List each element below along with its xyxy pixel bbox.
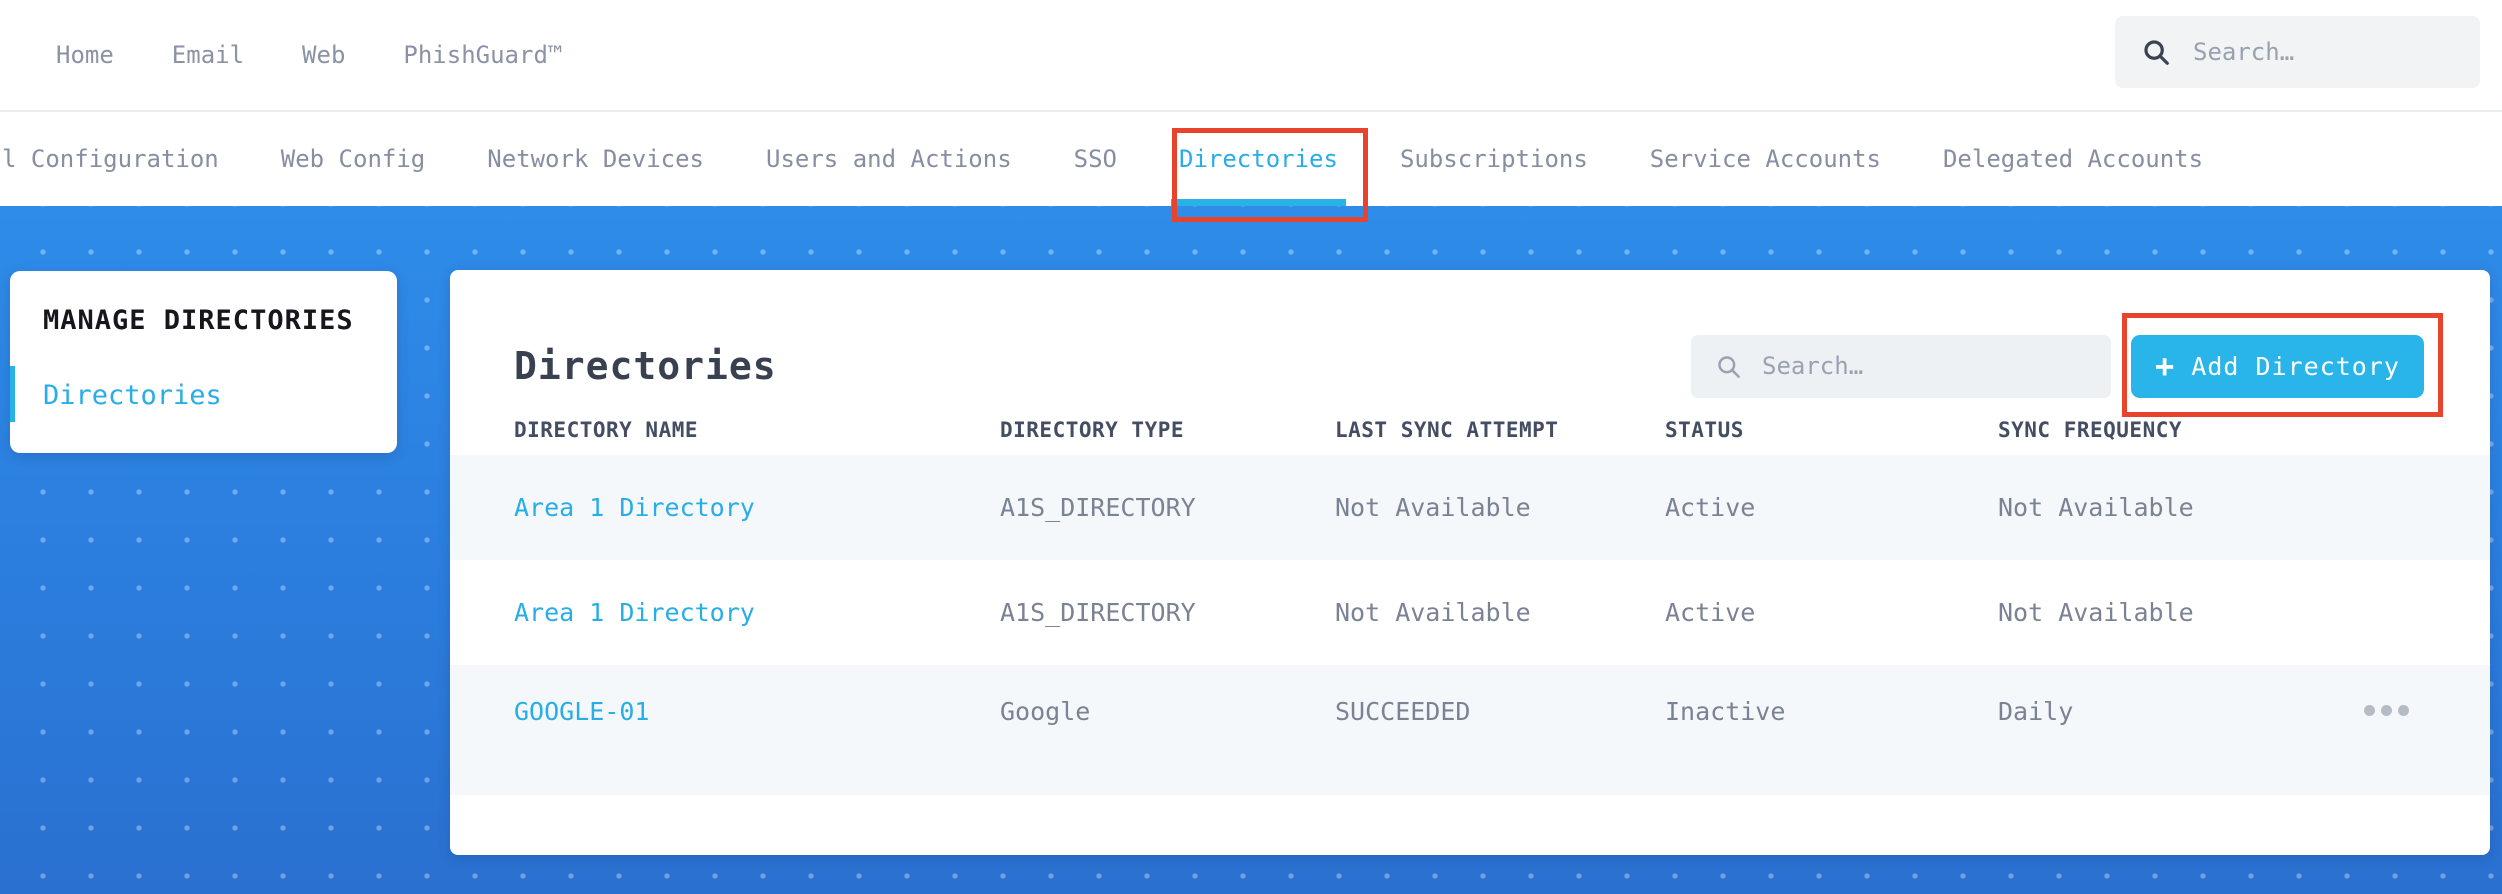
sync-frequency-cell: Not Available [1998, 493, 2194, 522]
last-sync-cell: Not Available [1335, 598, 1531, 627]
top-bar: Home Email Web PhishGuard™ Search… [0, 0, 2502, 110]
workspace-background: MANAGE DIRECTORIES Directories Directori… [0, 206, 2502, 894]
row-menu-ellipsis-icon[interactable] [2360, 697, 2413, 724]
sync-frequency-cell: Not Available [1998, 598, 2194, 627]
table-row: Area 1 Directory A1S_DIRECTORY Not Avail… [450, 455, 2490, 560]
top-nav: Home Email Web PhishGuard™ [0, 41, 562, 69]
column-header-directory-name: DIRECTORY NAME [514, 418, 699, 442]
tab-sso[interactable]: SSO [1074, 112, 1117, 206]
sidebar-item-label: Directories [43, 380, 222, 411]
last-sync-cell: Not Available [1335, 493, 1531, 522]
row-actions [2360, 697, 2460, 724]
status-cell: Active [1665, 493, 1756, 522]
tab-service-accounts[interactable]: Service Accounts [1650, 112, 1881, 206]
directory-type-cell: A1S_DIRECTORY [1000, 493, 1196, 522]
page-title: Directories [514, 344, 777, 388]
tab-network-devices[interactable]: Network Devices [487, 112, 704, 206]
topnav-item-home[interactable]: Home [56, 41, 114, 69]
directory-type-cell: Google [1000, 697, 1091, 726]
topnav-item-email[interactable]: Email [172, 41, 244, 69]
column-header-directory-type: DIRECTORY TYPE [1000, 418, 1185, 442]
settings-tab-bar: l Configuration Web Config Network Devic… [0, 110, 2502, 206]
status-cell: Active [1665, 598, 1756, 627]
global-search-placeholder: Search… [2193, 38, 2295, 66]
table-header-row: DIRECTORY NAME DIRECTORY TYPE LAST SYNC … [450, 405, 2490, 455]
global-search-input[interactable]: Search… [2115, 16, 2480, 88]
manage-directories-card: MANAGE DIRECTORIES Directories [10, 271, 397, 453]
sidebar-item-directories[interactable]: Directories [10, 366, 397, 422]
table-row: Area 1 Directory A1S_DIRECTORY Not Avail… [450, 560, 2490, 665]
directories-card: Directories Search… + Add Directory DIRE… [450, 270, 2490, 855]
directory-name-link[interactable]: GOOGLE-01 [514, 697, 1000, 726]
manage-directories-heading: MANAGE DIRECTORIES [43, 305, 354, 336]
tab-subscriptions[interactable]: Subscriptions [1400, 112, 1588, 206]
plus-icon: + [2155, 347, 2176, 385]
page: Home Email Web PhishGuard™ Search… l Con… [0, 0, 2502, 894]
active-item-accent-bar [10, 366, 15, 422]
directory-type-cell: A1S_DIRECTORY [1000, 598, 1196, 627]
tab-users-and-actions[interactable]: Users and Actions [766, 112, 1012, 206]
directories-table: DIRECTORY NAME DIRECTORY TYPE LAST SYNC … [450, 405, 2490, 795]
sync-frequency-cell: Daily [1998, 697, 2074, 726]
add-directory-button-label: Add Directory [2191, 351, 2400, 381]
status-cell: Inactive [1665, 697, 1786, 726]
column-header-sync-frequency: SYNC FREQUENCY [1998, 418, 2183, 442]
search-icon [1718, 355, 1740, 378]
directory-name-link[interactable]: Area 1 Directory [514, 493, 1000, 522]
directories-search-placeholder: Search… [1762, 352, 1864, 380]
column-header-status: STATUS [1665, 418, 1744, 442]
tab-configuration[interactable]: l Configuration [2, 112, 219, 206]
card-header: Directories Search… + Add Directory [450, 270, 2490, 400]
directories-search-input[interactable]: Search… [1691, 334, 2111, 398]
tab-directories[interactable]: Directories [1171, 112, 1346, 206]
tab-delegated-accounts[interactable]: Delegated Accounts [1943, 112, 2203, 206]
directory-name-link[interactable]: Area 1 Directory [514, 598, 1000, 627]
table-row: GOOGLE-01 Google SUCCEEDED Inactive Dail… [450, 665, 2490, 795]
add-directory-button[interactable]: + Add Directory [2131, 334, 2424, 398]
header-controls: Search… + Add Directory [1691, 334, 2424, 398]
last-sync-cell: SUCCEEDED [1335, 697, 1471, 726]
topnav-item-web[interactable]: Web [302, 41, 345, 69]
topnav-item-phishguard[interactable]: PhishGuard™ [403, 41, 562, 69]
column-header-last-sync-attempt: LAST SYNC ATTEMPT [1335, 418, 1559, 442]
search-icon [2144, 40, 2169, 65]
tab-web-config[interactable]: Web Config [281, 112, 426, 206]
